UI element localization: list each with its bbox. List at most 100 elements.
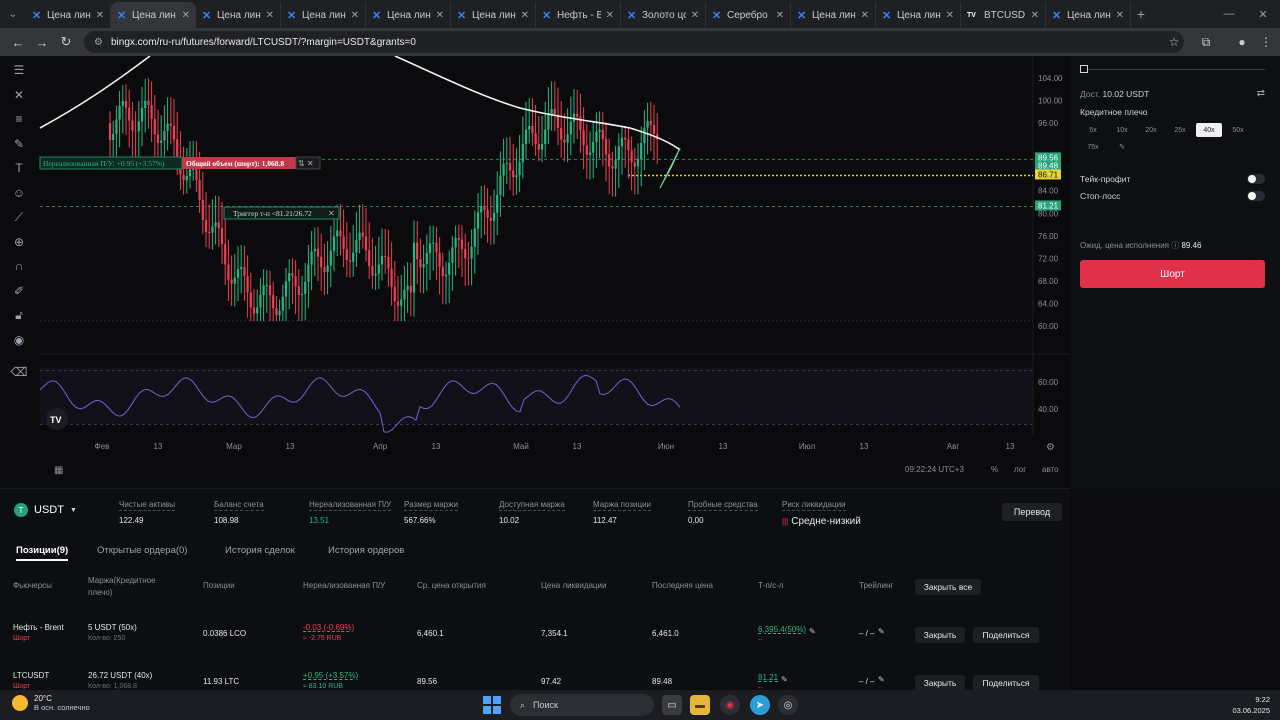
trend-lines-icon[interactable]: ≡ [7, 107, 31, 132]
tab-close-icon[interactable]: ✕ [606, 10, 614, 21]
chart-settings-icon[interactable]: ⚙ [1046, 442, 1055, 453]
tab-close-icon[interactable]: ✕ [266, 10, 274, 21]
browser-tab[interactable]: ✕ Серебро ✕ [706, 2, 791, 28]
tab-close-icon[interactable]: ✕ [946, 10, 954, 21]
browser-tab[interactable]: ✕ Цена лин ✕ [281, 2, 366, 28]
browser-menu-icon[interactable]: ⋮ [1252, 28, 1280, 56]
ruler-icon[interactable]: ⟋ [7, 205, 31, 230]
transfer-button[interactable]: Перевод [1002, 503, 1062, 521]
edit-trailing-icon[interactable]: ✎ [878, 675, 885, 684]
tab-order-history[interactable]: История ордеров [328, 545, 404, 556]
browser-tab[interactable]: ✕ Цена лин ✕ [451, 2, 536, 28]
tab-close-icon[interactable]: ✕ [691, 10, 699, 21]
browser-tab[interactable]: ✕ Цена лин ✕ [876, 2, 961, 28]
telegram-icon[interactable]: ➤ [750, 695, 770, 715]
browser-tab[interactable]: ✕ Цена лин ✕ [791, 2, 876, 28]
tab-positions[interactable]: Позиции(9) [16, 545, 68, 556]
back-icon[interactable]: ← [6, 35, 30, 50]
symbol[interactable]: LTCUSDT [13, 671, 49, 680]
edit-trailing-icon[interactable]: ✎ [878, 627, 885, 636]
tab-close-icon[interactable]: ✕ [1116, 10, 1124, 21]
tab-close-icon[interactable]: ✕ [861, 10, 869, 21]
leverage-slider[interactable] [1080, 65, 1265, 77]
scale-option[interactable]: лог [1014, 465, 1026, 474]
file-explorer-icon[interactable]: ▬ [690, 695, 710, 715]
close-position-button[interactable]: Закрыть [915, 675, 965, 691]
edit-tpsl-icon[interactable]: ✎ [781, 675, 788, 684]
edit-leverage-icon[interactable]: ✎ [1109, 140, 1135, 154]
system-clock[interactable]: 9:22 03.06.2025 [1232, 694, 1270, 716]
emoji-icon[interactable]: ☺ [7, 181, 31, 206]
address-bar[interactable]: ⚙ bingx.com/ru-ru/futures/forward/LTCUSD… [84, 31, 1184, 53]
tab-close-icon[interactable]: ✕ [436, 10, 444, 21]
close-position-button[interactable]: Закрыть [915, 627, 965, 643]
lock-icon[interactable]: 🔓︎ [7, 303, 31, 328]
zoom-icon[interactable]: ⊕ [7, 230, 31, 255]
taskbar-search[interactable]: ⌕ Поиск [510, 694, 654, 716]
bookmark-star-icon[interactable]: ☆ [1160, 28, 1188, 56]
symbol[interactable]: Нефть - Brent [13, 623, 64, 632]
swap-icon[interactable]: ⇄ [1257, 88, 1265, 99]
site-info-icon[interactable]: ⚙ [94, 37, 103, 48]
leverage-option-20x[interactable]: 20x [1138, 123, 1164, 137]
text-tool-icon[interactable]: T [7, 156, 31, 181]
trash-icon[interactable]: ⌫ [7, 360, 31, 385]
crosshair-icon[interactable]: ✕ [7, 83, 31, 108]
reload-icon[interactable]: ↻ [54, 34, 78, 50]
leverage-option-50x[interactable]: 50x [1225, 123, 1251, 137]
lock-pencil-icon[interactable]: ✐ [7, 279, 31, 304]
leverage-option-10x[interactable]: 10x [1109, 123, 1135, 137]
browser-tab[interactable]: ✕ Цена лин ✕ [196, 2, 281, 28]
edit-tpsl-icon[interactable]: ✎ [809, 627, 816, 636]
minimize-icon[interactable]: — [1212, 0, 1246, 28]
weather-widget[interactable]: 20°C В осн. солнечно [12, 694, 90, 712]
leverage-option-40x[interactable]: 40x [1196, 123, 1222, 137]
stop-loss-toggle[interactable] [1247, 191, 1265, 201]
new-tab-icon[interactable]: + [1131, 6, 1151, 22]
leverage-option-5x[interactable]: 5x [1080, 123, 1106, 137]
leverage-option-25x[interactable]: 25x [1167, 123, 1193, 137]
calendar-icon[interactable]: ▦ [54, 465, 63, 476]
tab-close-icon[interactable]: ✕ [182, 10, 190, 21]
tab-search-icon[interactable]: ⌄ [0, 0, 26, 28]
scale-option[interactable]: авто [1042, 465, 1059, 474]
take-profit-toggle[interactable] [1247, 174, 1265, 184]
browser-tab[interactable]: TV BTCUSD ✕ [961, 2, 1046, 28]
magnet-icon[interactable]: ∩ [7, 254, 31, 279]
share-button[interactable]: Поделиться [973, 627, 1039, 643]
tab-close-icon[interactable]: ✕ [776, 10, 784, 21]
share-button[interactable]: Поделиться [973, 675, 1039, 691]
close-all-button[interactable]: Закрыть все [915, 579, 981, 595]
browser-tab[interactable]: ✕ Золото цс ✕ [621, 2, 706, 28]
tab-close-icon[interactable]: ✕ [521, 10, 529, 21]
app-icon[interactable]: ◎ [778, 695, 798, 715]
tab-close-icon[interactable]: ✕ [96, 10, 104, 21]
browser-tab[interactable]: ✕ Цена лин ✕ [1046, 2, 1131, 28]
price-chart-panel[interactable]: 104.00 100.00 96.00 84.00 80.00 76.00 72.00 68.… [0, 56, 1070, 488]
trigger-close-icon[interactable]: ✕ [328, 209, 335, 218]
menu-lines-icon[interactable]: ☰ [7, 58, 31, 83]
tab-open-orders[interactable]: Открытые ордера(0) [97, 545, 187, 556]
tab-close-icon[interactable]: ✕ [1031, 10, 1039, 21]
browser-tab[interactable]: ✕ Цена лин ✕ [366, 2, 451, 28]
chrome-icon[interactable]: ◉ [720, 695, 740, 715]
tab-trade-history[interactable]: История сделок [225, 545, 295, 556]
browser-tab[interactable]: ✕ Цена лин ✕ [111, 2, 196, 28]
browser-tab[interactable]: ✕ Нефть - В ✕ [536, 2, 621, 28]
currency-selector[interactable]: T USDT ▼ [14, 503, 77, 517]
brush-icon[interactable]: ✎ [7, 132, 31, 157]
short-button[interactable]: Шорт [1080, 260, 1265, 288]
candle-body [582, 129, 585, 146]
task-view-icon[interactable]: ▭ [662, 695, 682, 715]
candlestick-chart[interactable]: 104.00 100.00 96.00 84.00 80.00 76.00 72.00 68.… [0, 56, 1070, 488]
windows-start-icon[interactable] [483, 696, 501, 714]
leverage-option-75x[interactable]: 75x [1080, 140, 1106, 154]
scale-option[interactable]: % [991, 465, 998, 474]
tab-close-icon[interactable]: ✕ [351, 10, 359, 21]
browser-tab[interactable]: ✕ Цена лин ✕ [26, 2, 111, 28]
label-drag-close-icon[interactable]: ⇅ ✕ [298, 159, 314, 168]
close-window-icon[interactable]: ✕ [1246, 0, 1280, 28]
eye-icon[interactable]: ◉ [7, 328, 31, 353]
forward-icon[interactable]: → [30, 35, 54, 50]
extensions-icon[interactable]: ⧉ [1192, 28, 1220, 56]
